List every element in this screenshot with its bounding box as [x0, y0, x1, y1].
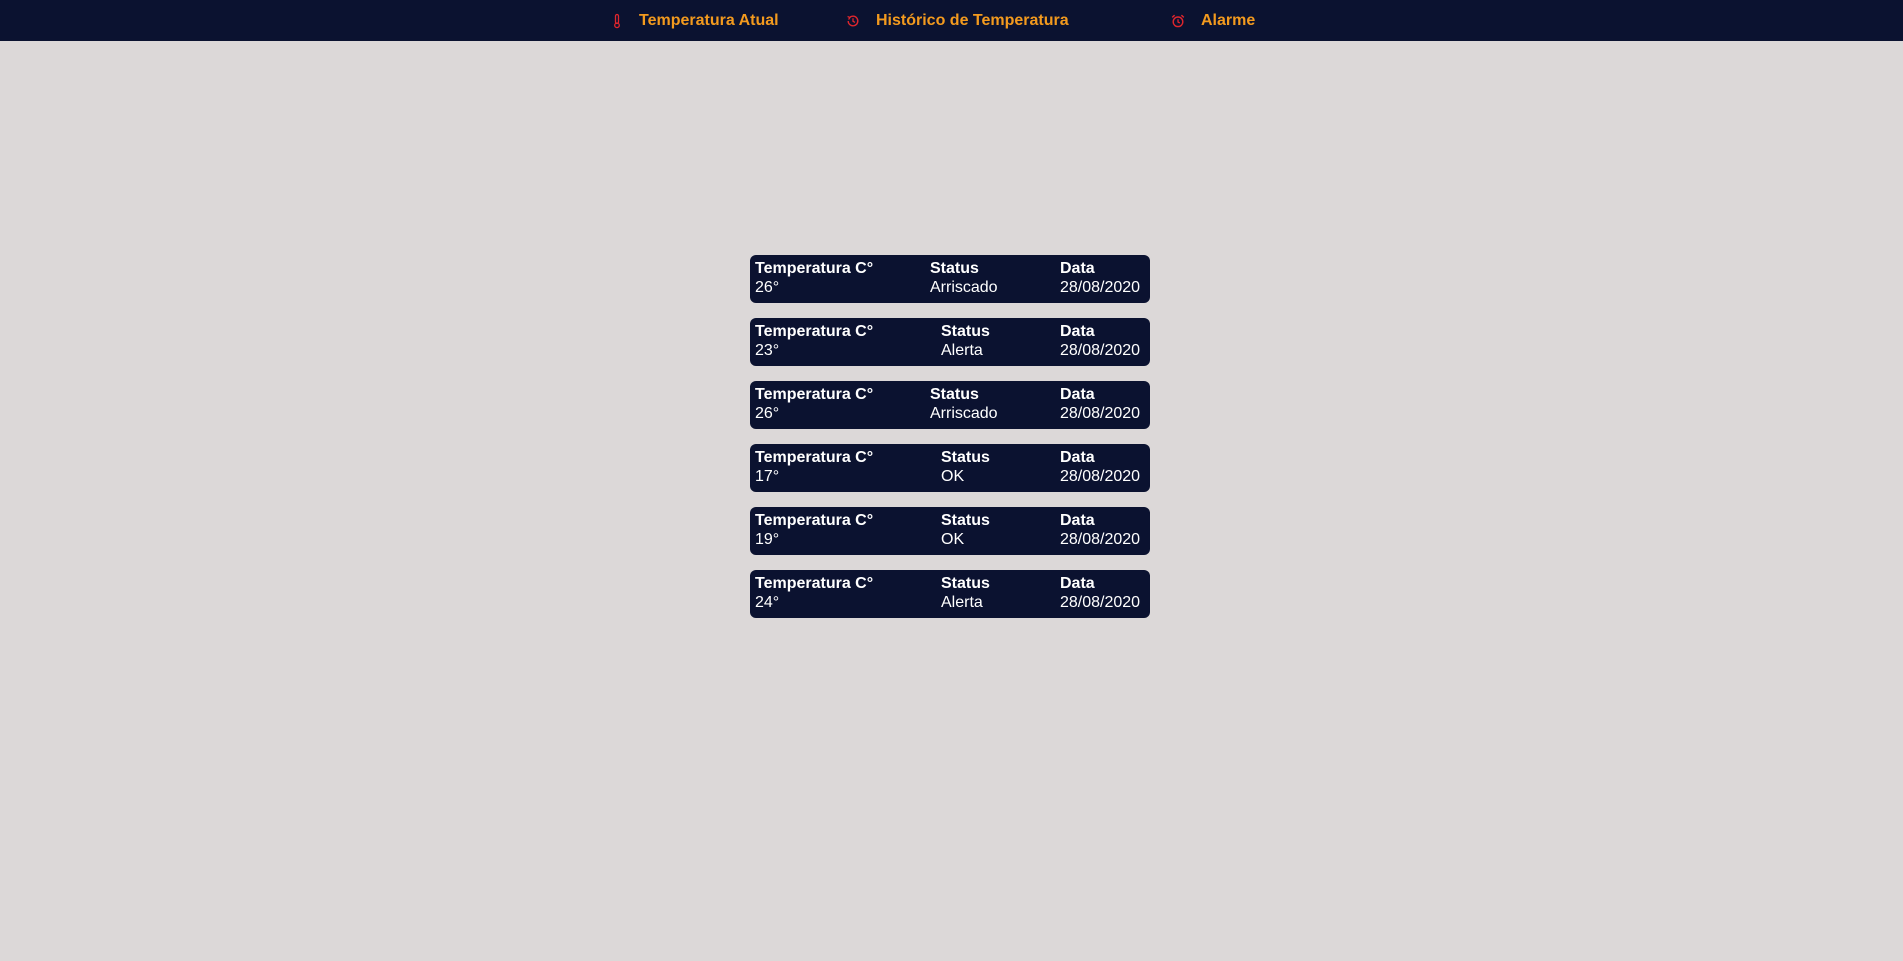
nav-label: Histórico de Temperatura [876, 11, 1069, 29]
status-value: Arriscado [930, 405, 998, 422]
temperature-column: Temperatura C° 24° [755, 574, 873, 612]
status-column: Status Alerta [941, 574, 990, 612]
temperature-record-card: Temperatura C° 23° Status Alerta Data 28… [750, 318, 1150, 366]
date-header: Data [1060, 323, 1095, 340]
thermometer-icon [609, 13, 625, 29]
nav-label: Temperatura Atual [639, 11, 779, 29]
date-column: Data 28/08/2020 [1060, 259, 1140, 297]
date-value: 28/08/2020 [1060, 342, 1141, 359]
status-header: Status [941, 512, 990, 529]
nav-item-historico-de-temperatura[interactable]: Histórico de Temperatura [845, 0, 1069, 41]
status-value: Arriscado [930, 279, 998, 296]
temperature-header: Temperatura C° [755, 323, 874, 340]
top-navbar: Temperatura Atual Histórico de Temperatu… [0, 0, 1903, 41]
nav-item-temperatura-atual[interactable]: Temperatura Atual [609, 0, 779, 41]
temperature-header: Temperatura C° [755, 512, 874, 529]
date-header: Data [1060, 260, 1095, 277]
date-value: 28/08/2020 [1060, 405, 1141, 422]
status-value: OK [941, 531, 965, 548]
temperature-column: Temperatura C° 17° [755, 448, 873, 486]
temperature-column: Temperatura C° 19° [755, 511, 873, 549]
temperature-value: 26° [755, 405, 780, 422]
date-header: Data [1060, 449, 1095, 466]
status-header: Status [930, 386, 979, 403]
status-value: Alerta [941, 342, 983, 359]
temperature-value: 24° [755, 594, 780, 611]
status-value: Alerta [941, 594, 983, 611]
status-header: Status [941, 323, 990, 340]
temperature-value: 17° [755, 468, 780, 485]
date-header: Data [1060, 575, 1095, 592]
date-value: 28/08/2020 [1060, 279, 1141, 296]
temperature-value: 26° [755, 279, 780, 296]
temperature-header: Temperatura C° [755, 386, 874, 403]
date-column: Data 28/08/2020 [1060, 448, 1140, 486]
date-value: 28/08/2020 [1060, 594, 1141, 611]
temperature-record-card: Temperatura C° 17° Status OK Data 28/08/… [750, 444, 1150, 492]
date-column: Data 28/08/2020 [1060, 511, 1140, 549]
date-value: 28/08/2020 [1060, 531, 1141, 548]
temperature-record-card: Temperatura C° 24° Status Alerta Data 28… [750, 570, 1150, 618]
status-header: Status [941, 575, 990, 592]
status-column: Status OK [941, 448, 990, 486]
status-header: Status [941, 449, 990, 466]
temperature-history-list: Temperatura C° 26° Status Arriscado Data… [750, 255, 1150, 633]
date-value: 28/08/2020 [1060, 468, 1141, 485]
temperature-column: Temperatura C° 26° [755, 385, 873, 423]
status-column: Status Arriscado [930, 259, 998, 297]
date-column: Data 28/08/2020 [1060, 385, 1140, 423]
temperature-column: Temperatura C° 23° [755, 322, 873, 360]
history-icon [845, 13, 861, 29]
status-value: OK [941, 468, 965, 485]
date-header: Data [1060, 512, 1095, 529]
status-column: Status OK [941, 511, 990, 549]
temperature-record-card: Temperatura C° 26° Status Arriscado Data… [750, 381, 1150, 429]
temperature-value: 23° [755, 342, 780, 359]
nav-item-alarme[interactable]: Alarme [1170, 0, 1255, 41]
temperature-header: Temperatura C° [755, 575, 874, 592]
temperature-record-card: Temperatura C° 19° Status OK Data 28/08/… [750, 507, 1150, 555]
temperature-column: Temperatura C° 26° [755, 259, 873, 297]
date-column: Data 28/08/2020 [1060, 322, 1140, 360]
temperature-header: Temperatura C° [755, 449, 874, 466]
temperature-record-card: Temperatura C° 26° Status Arriscado Data… [750, 255, 1150, 303]
nav-label: Alarme [1201, 11, 1256, 29]
temperature-value: 19° [755, 531, 780, 548]
status-column: Status Alerta [941, 322, 990, 360]
alarm-clock-icon [1170, 13, 1186, 29]
date-header: Data [1060, 386, 1095, 403]
status-header: Status [930, 260, 979, 277]
status-column: Status Arriscado [930, 385, 998, 423]
date-column: Data 28/08/2020 [1060, 574, 1140, 612]
temperature-header: Temperatura C° [755, 260, 874, 277]
